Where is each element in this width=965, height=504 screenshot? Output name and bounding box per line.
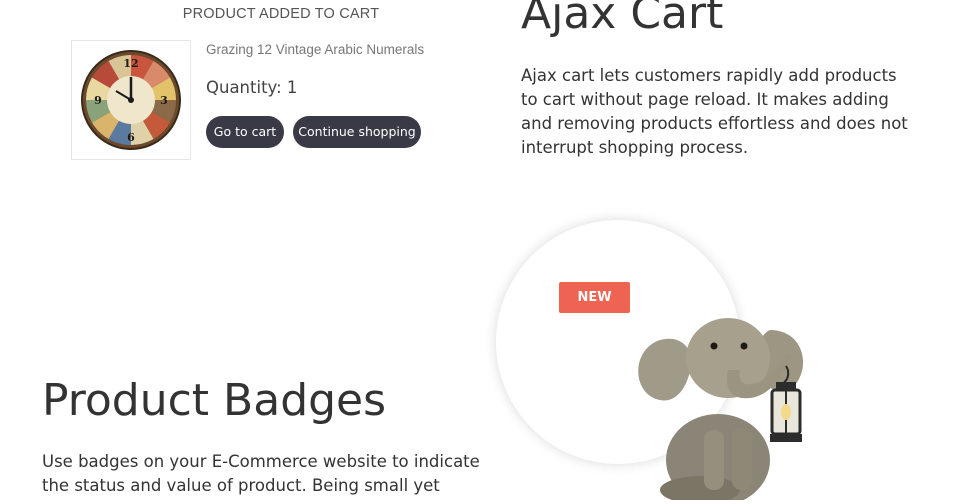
ajax-cart-description: Ajax cart lets customers rapidly add pro… (521, 66, 908, 157)
svg-text:9: 9 (94, 94, 102, 107)
product-badges-description: Use badges on your E-Commerce website to… (42, 452, 480, 495)
go-to-cart-button[interactable]: Go to cart (206, 116, 284, 148)
product-name[interactable]: Grazing 12 Vintage Arabic Numerals (206, 42, 424, 57)
ajax-cart-title: Ajax Cart (521, 0, 724, 39)
cart-popup-heading: PRODUCT ADDED TO CART (182, 6, 380, 22)
clock-image: 12 3 6 9 (81, 50, 181, 150)
continue-shopping-button[interactable]: Continue shopping (293, 116, 421, 148)
svg-text:12: 12 (123, 57, 138, 70)
svg-text:3: 3 (160, 94, 168, 107)
svg-text:6: 6 (127, 131, 135, 144)
elephant-figurine-image (620, 300, 825, 504)
product-thumbnail[interactable]: 12 3 6 9 (71, 40, 191, 160)
product-badges-title: Product Badges (42, 375, 387, 426)
quantity-text: Quantity: 1 (206, 78, 298, 97)
